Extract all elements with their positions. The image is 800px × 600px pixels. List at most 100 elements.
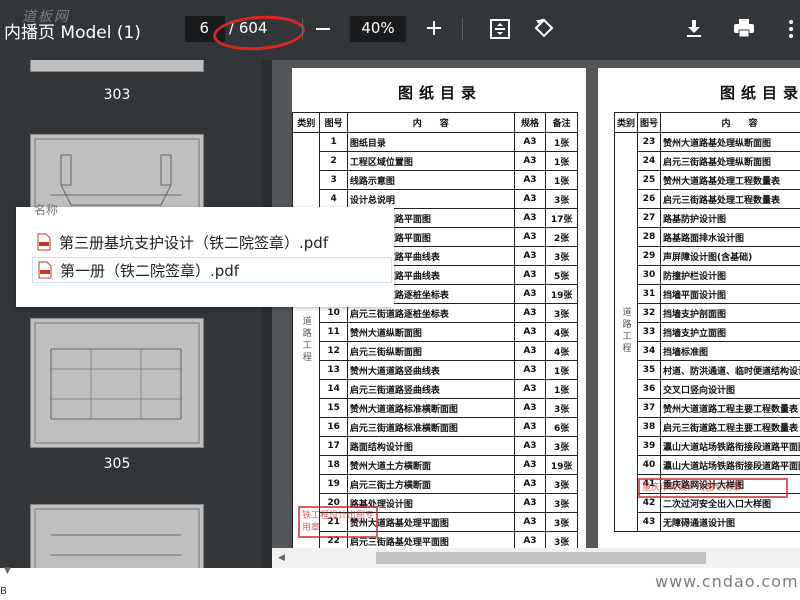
table-cell: A3 (513, 170, 547, 190)
table-cell: 15 (319, 398, 348, 418)
minus-icon[interactable] (312, 18, 334, 40)
table-cell: 27 (637, 208, 662, 228)
header-cell: 规格 (513, 112, 547, 133)
horizontal-scrollbar[interactable]: ◀ (272, 548, 800, 568)
table-cell: 1张 (545, 151, 578, 171)
table-row: 2 工程区域位置图 A3 1张 (293, 151, 578, 171)
table-cell: 赞州大道土方横断面 (346, 455, 515, 475)
table-cell: 挡墙平面设计图 (660, 284, 800, 304)
header-cell: 图号 (319, 112, 348, 133)
table-cell: 13 (319, 360, 348, 380)
header-cell: 类别 (291, 112, 321, 133)
table-row: 31 挡墙平面设计图 (615, 284, 800, 304)
table-cell: 瀛山大道站场铁路衔接段道路平面图 (660, 455, 800, 475)
pdf-file-icon (38, 261, 52, 279)
scroll-left-icon[interactable]: ◀ (278, 553, 285, 563)
header-cell: 备注 (545, 112, 578, 133)
table-row: 16 启元三街道路标准横断面图 A3 6张 (293, 417, 578, 437)
document-title: 内播页 Model (1) (4, 23, 141, 43)
table-cell: 3张 (545, 398, 578, 418)
file-item[interactable]: 第三册基坑支护设计（铁二院签章）.pdf (32, 229, 392, 255)
table-row: 29 声屏障设计图(含基础) (615, 246, 800, 266)
table-cell: 3张 (545, 512, 578, 532)
sidebar-scrollbar[interactable] (262, 60, 272, 580)
table-cell: 启元三街道路标准横断面图 (346, 417, 515, 437)
page-thumbnail[interactable] (30, 60, 204, 72)
table-cell: 14 (319, 379, 348, 399)
table-row: 37 赞州大道道路工程主要工程数量表 (615, 398, 800, 418)
category-label: 道路工程 (620, 306, 631, 355)
file-item[interactable]: 第一册（铁二院签章）.pdf (32, 257, 392, 283)
table-cell: 工程区域位置图 (346, 151, 515, 171)
table-row: 19 启元三街土方横断面 A3 3张 (293, 474, 578, 494)
table-cell: 2 (319, 151, 348, 171)
table-row: 4 设计总说明 A3 3张 (293, 189, 578, 209)
table-cell: 3张 (545, 189, 578, 209)
table-cell: 28 (637, 227, 662, 247)
table-cell: A3 (513, 417, 547, 437)
catalog-table: 类别 图号 内 容 规格 备注 道路工程 1 图纸目录 A3 1张 2 工程区域位置图 A3 1… (291, 112, 578, 551)
table-row: 43 无障碍通道设计图 (615, 512, 800, 532)
print-icon[interactable] (731, 16, 757, 40)
table-cell: 17 (319, 436, 348, 456)
plus-icon[interactable] (423, 17, 445, 39)
table-cell: 19张 (545, 455, 578, 475)
category-label: 道路工程 (300, 316, 311, 364)
thumbnail-label: 303 (103, 87, 131, 103)
table-header-row: 类别 图号 内 容 (613, 112, 800, 133)
table-cell: 赞州大道路基处理纵断面图 (660, 132, 800, 152)
document-viewer[interactable]: 图纸目录 类别 图号 内 容 规格 备注 道路工程 1 图纸目录 A3 1张 2 工程区域位… (272, 60, 800, 568)
table-cell: 35 (637, 360, 662, 380)
table-cell: 3张 (545, 493, 578, 513)
table-row: 33 挡墙支护立面图 (615, 322, 800, 342)
table-cell: A3 (513, 379, 547, 399)
table-cell: 3张 (545, 436, 578, 456)
table-cell: 设计总说明 (346, 189, 515, 209)
table-row: 3 线路示意图 A3 1张 (293, 170, 578, 190)
file-name: 第一册（铁二院签章）.pdf (60, 261, 240, 280)
toolbar-divider (462, 18, 463, 40)
pdf-toolbar: 道板网 内播页 Model (1) 6 / 604 40% (0, 0, 800, 60)
more-icon[interactable] (782, 16, 800, 42)
design-stamp: 重庆市政设计出图专用章 (638, 478, 788, 498)
popup-header: 名称 (34, 203, 59, 217)
table-cell: A3 (513, 512, 547, 532)
table-cell: 16 (319, 417, 348, 437)
table-cell: 挡墙支护剖面图 (660, 303, 800, 323)
table-cell: 启元三街道路工程主要工程数量表 (660, 417, 800, 437)
table-row: 12 启元三街纵断面图 A3 4张 (293, 341, 578, 361)
thumbnail-sidebar[interactable]: 303 305 (0, 60, 272, 580)
table-cell: 赞州大道道路工程主要工程数量表 (660, 398, 800, 418)
table-cell: 启元三街土方横断面 (346, 474, 515, 494)
scrollbar-thumb[interactable] (376, 552, 706, 564)
sheet-title: 图纸目录 (720, 84, 800, 102)
table-cell: 挡墙标准图 (660, 341, 800, 361)
table-cell: 1 (319, 132, 348, 152)
table-cell: 37 (637, 398, 662, 418)
fit-page-icon[interactable] (488, 17, 512, 41)
table-row: 36 交叉口竖向设计图 (615, 379, 800, 399)
zoom-level-input[interactable]: 40% (350, 16, 406, 42)
table-row: 30 防撞护栏设计图 (615, 265, 800, 285)
scroll-down-icon[interactable]: ▼ (4, 566, 11, 576)
table-cell: 11 (319, 322, 348, 342)
table-cell: 赞州大道道路标准横断面图 (346, 398, 515, 418)
table-row: 13 赞州大道道路竖曲线表 A3 1张 (293, 360, 578, 380)
category-cell: 道路工程 (613, 132, 639, 532)
download-icon[interactable] (682, 16, 706, 40)
table-cell: A3 (513, 322, 547, 342)
rotate-icon[interactable] (532, 16, 556, 40)
table-cell: 无障碍通道设计图 (660, 512, 800, 532)
table-row: 15 赞州大道道路标准横断面图 A3 3张 (293, 398, 578, 418)
page-thumbnail[interactable] (30, 318, 204, 448)
table-cell: 交叉口竖向设计图 (660, 379, 800, 399)
table-row: 27 路基防护设计图 (615, 208, 800, 228)
table-cell: 39 (637, 436, 662, 456)
table-cell: 19张 (545, 284, 578, 304)
table-cell: A3 (513, 474, 547, 494)
table-cell: A3 (513, 455, 547, 475)
table-row: 28 路基路面排水设计图 (615, 227, 800, 247)
thumbnail-label: 305 (103, 456, 131, 472)
table-cell: A3 (513, 303, 547, 323)
table-cell: 38 (637, 417, 662, 437)
